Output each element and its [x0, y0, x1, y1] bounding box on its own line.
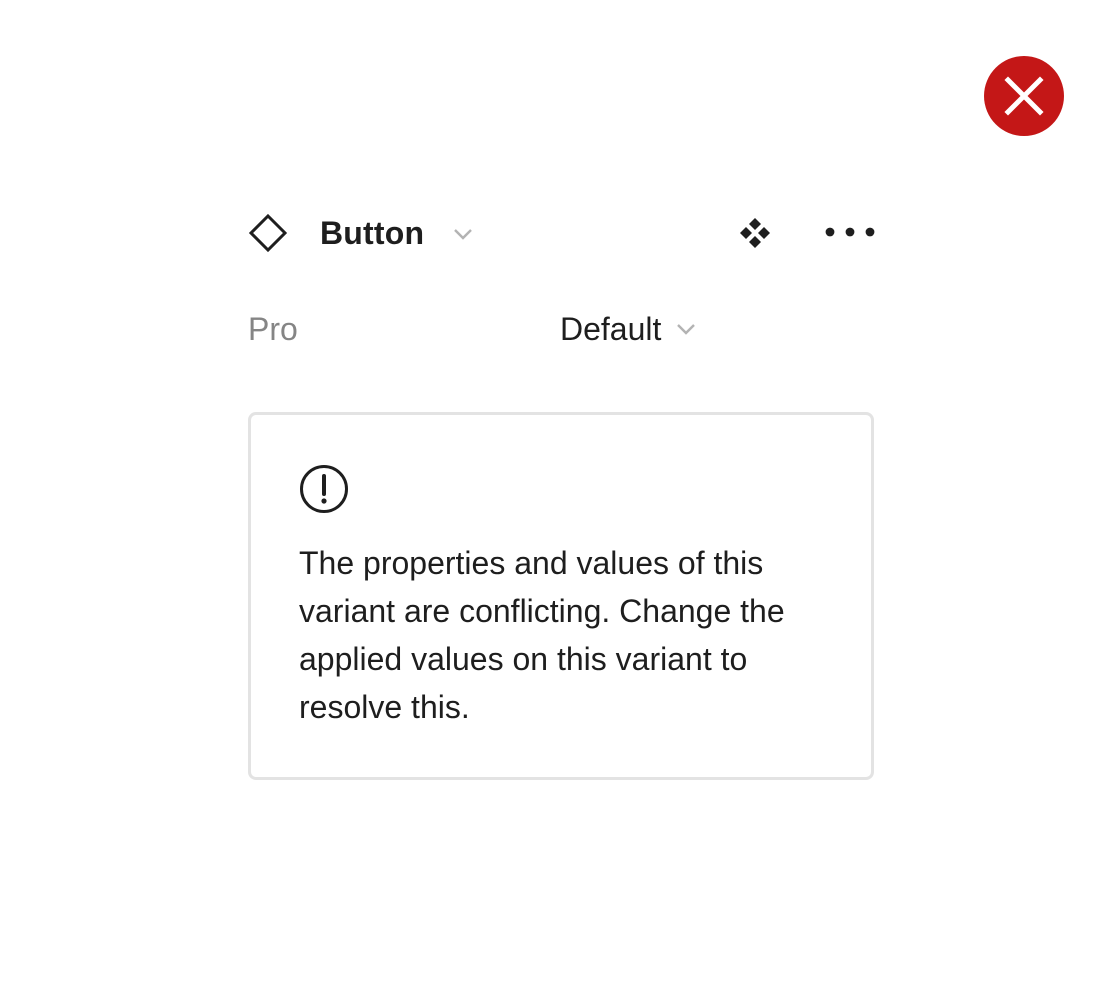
- conflict-warning-card: The properties and values of this varian…: [248, 412, 874, 780]
- chevron-down-icon: [677, 324, 696, 335]
- alert-circle-icon: [300, 465, 348, 513]
- chevron-down-icon[interactable]: [451, 224, 475, 244]
- component-diamond-icon: [248, 213, 288, 253]
- property-value-dropdown[interactable]: Default: [560, 306, 697, 352]
- variant-icon[interactable]: [738, 216, 772, 250]
- property-label: Pro: [248, 311, 298, 347]
- component-title[interactable]: Button: [320, 214, 424, 252]
- close-icon: [1004, 76, 1044, 116]
- close-button[interactable]: [984, 56, 1064, 136]
- more-horizontal-icon[interactable]: [824, 220, 876, 244]
- warning-message: The properties and values of this varian…: [299, 545, 785, 725]
- property-value: Default: [560, 311, 662, 347]
- component-header: Button: [248, 210, 876, 256]
- property-row: Pro Default: [248, 306, 876, 352]
